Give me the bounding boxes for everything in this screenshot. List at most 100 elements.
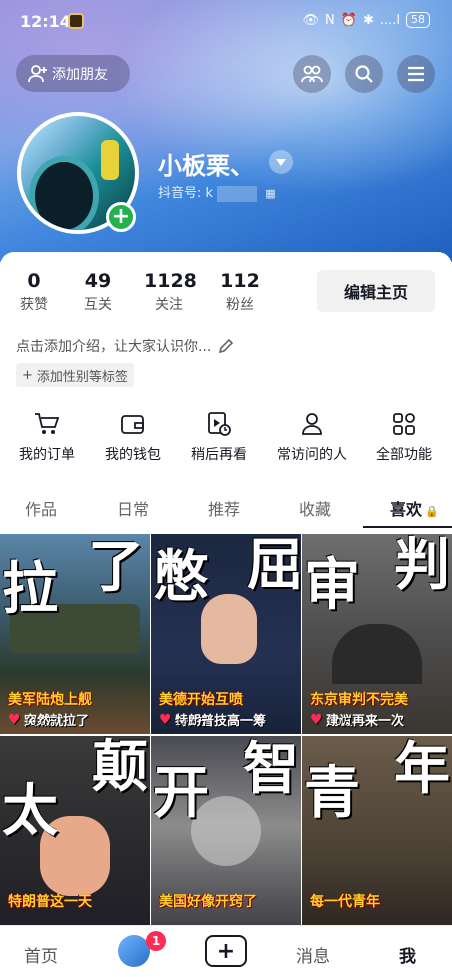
video-card[interactable]: 开 智 美国好像开窍了 [151,736,301,936]
friends-button[interactable] [293,55,331,93]
video-thumbnail-face [201,594,257,664]
avatar-person [101,140,119,180]
stat-value: 1128 [144,270,197,292]
douyin-id[interactable]: 抖音号: k ▦ [158,182,276,202]
stat-value: 112 [220,270,260,292]
watch-later-icon [208,412,231,436]
video-card[interactable]: 憋 屈 美德开始互喷 特朗普技高一筹 ♥ 14.0万 [151,534,301,734]
app-notification-icon [68,13,84,29]
func-my-wallet[interactable]: 我的钱包 [102,410,164,464]
add-friend-button[interactable]: 添加朋友 [16,55,130,92]
add-avatar-plus-icon[interactable]: + [106,202,136,232]
video-like-count: 19.0万 [23,716,56,728]
status-icons: 👁 N ⏰ ✱ ....l 58 [302,12,430,28]
tab-works[interactable]: 作品 [25,496,57,520]
nav-home[interactable]: 首页 [24,942,58,967]
friends-icon [301,65,323,83]
lock-icon: 🔒 [425,505,439,518]
nav-me[interactable]: 我 [399,942,416,967]
nav-messages[interactable]: 消息 [296,942,330,967]
add-person-icon [28,64,47,82]
tab-likes-label: 喜欢 [390,500,423,519]
profile-panel: 0 获赞 49 互关 1128 关注 112 粉丝 编辑主页 点击添加介绍，让大… [0,252,452,977]
video-grid: 拉 了 美军陆炮上舰 突然就拉了 ♥ 19.0万 憋 屈 美德开始互喷 特朗普技高… [0,534,452,936]
func-label: 我的订单 [19,447,75,463]
video-caption: 每一代青年 [310,894,380,910]
video-overlay-char: 太 [2,779,58,844]
douyin-id-label: 抖音号: k [158,186,214,201]
video-caption: 美军陆炮上舰 [8,692,92,708]
signal-icon: ....l [379,12,400,28]
video-card[interactable]: 审 判 东京审判不完美 建议再来一次 ♥ 1.0万 [302,534,452,734]
tab-favorites[interactable]: 收藏 [299,496,331,520]
video-overlay-char: 开 [153,761,209,826]
qrcode-icon[interactable]: ▦ [265,187,275,200]
video-overlay-char: 青 [304,761,360,826]
stat-following[interactable]: 1128 关注 [144,270,197,314]
add-friend-label: 添加朋友 [52,66,108,83]
username: 小板栗、 [158,152,254,180]
video-caption: 东京审判不完美 [310,692,408,708]
person-icon [302,413,322,435]
bluetooth-icon: ✱ [362,12,374,28]
publish-button[interactable]: + [205,935,247,967]
func-my-orders[interactable]: 我的订单 [16,410,78,464]
cart-icon [35,413,60,434]
intro-placeholder: 点击添加介绍，让大家认识你... [16,339,212,355]
wallet-icon [121,415,144,434]
video-overlay-char: 颠 [92,736,148,800]
stat-label: 关注 [155,297,183,313]
edit-profile-button[interactable]: 编辑主页 [317,270,435,312]
video-overlay-char: 屈 [247,534,301,598]
func-watch-later[interactable]: 稍后再看 [188,410,250,464]
menu-icon [408,66,424,82]
chevron-down-icon [276,158,286,166]
plus-icon: + [22,367,33,383]
tab-likes[interactable]: 喜欢 🔒 [390,496,439,520]
video-overlay-char: 了 [88,535,144,600]
func-frequent-visitors[interactable]: 常访问的人 [272,410,352,464]
video-overlay-char: 年 [394,737,450,802]
search-button[interactable] [345,55,383,93]
alarm-icon: ⏰ [340,12,357,28]
video-overlay-char: 憋 [153,545,209,610]
video-thumbnail-building [332,624,422,684]
video-likes: ♥ 1.0万 [310,712,351,728]
active-tab-indicator [363,526,452,528]
nfc-icon: N [325,12,335,28]
video-overlay-char: 拉 [2,557,58,622]
tab-recommend[interactable]: 推荐 [208,496,240,520]
add-gender-tag-button[interactable]: + 添加性别等标签 [16,363,134,387]
video-overlay-char: 智 [243,737,299,802]
stat-likes[interactable]: 0 获赞 [16,270,52,314]
intro-field[interactable]: 点击添加介绍，让大家认识你... [16,336,235,356]
video-overlay-char: 判 [394,534,450,598]
stat-value: 49 [84,270,112,292]
grid-icon [393,413,415,435]
tab-daily[interactable]: 日常 [117,496,149,520]
video-caption: 美国好像开窍了 [159,894,257,910]
status-time: 12:14 [20,12,71,31]
stat-mutual[interactable]: 49 互关 [78,270,118,314]
pencil-icon [219,338,234,354]
menu-button[interactable] [397,55,435,93]
id-redaction [217,185,258,202]
func-label: 我的钱包 [105,447,161,463]
heart-icon: ♥ [310,712,323,728]
avatar-car-wheel [29,156,99,230]
stat-value: 0 [27,270,41,292]
video-caption: 特朗普这一天 [8,894,92,910]
notification-badge: 1 [146,931,166,951]
stat-followers[interactable]: 112 粉丝 [220,270,260,314]
func-all-features[interactable]: 全部功能 [372,410,436,464]
video-card[interactable]: 太 颠 特朗普这一天 [0,736,150,936]
func-label: 常访问的人 [277,447,347,463]
stat-label: 获赞 [20,297,48,313]
video-card[interactable]: 拉 了 美军陆炮上舰 突然就拉了 ♥ 19.0万 [0,534,150,734]
battery-icon: 58 [406,12,430,28]
account-switch-button[interactable] [269,150,293,174]
video-card[interactable]: 青 年 每一代青年 [302,736,452,936]
func-label: 稍后再看 [191,447,247,463]
eye-icon: 👁 [302,12,320,28]
content-tabs: 作品 日常 推荐 收藏 喜欢 🔒 [0,496,452,534]
